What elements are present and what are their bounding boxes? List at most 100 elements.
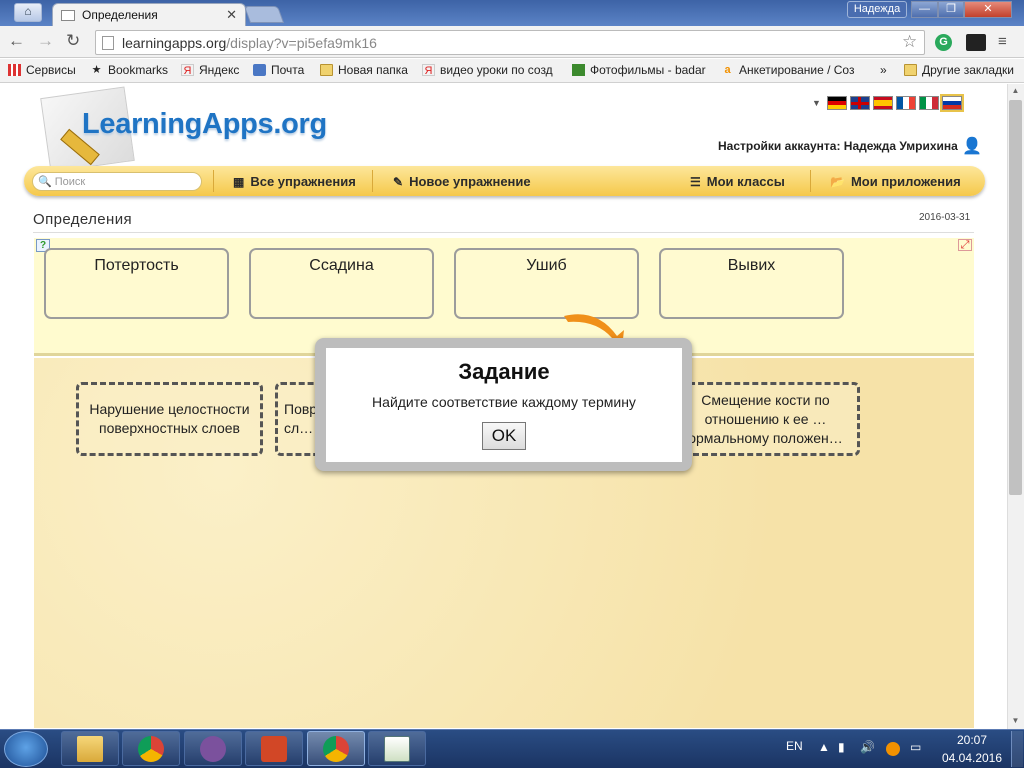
chrome-taskbar-button[interactable]	[122, 731, 180, 766]
reload-button[interactable]: ↻	[66, 31, 80, 51]
flag-de-icon[interactable]	[826, 96, 847, 110]
menu-divider	[213, 170, 214, 192]
folder-icon	[904, 64, 917, 76]
other-bookmarks[interactable]: Другие закладки	[904, 63, 1014, 77]
address-bar[interactable]: learningapps.org/display?v=pi5efa9mk16	[95, 30, 925, 55]
new-tab-button[interactable]	[243, 6, 285, 23]
extension-icon[interactable]	[966, 34, 986, 51]
viber-icon	[200, 735, 226, 762]
bookmark-label: Новая папка	[338, 63, 408, 77]
page-icon	[102, 35, 114, 50]
photo-icon	[572, 64, 585, 76]
menu-label: Новое упражнение	[409, 174, 531, 189]
ok-button[interactable]: OK	[482, 422, 526, 450]
term-card[interactable]: Вывих	[659, 248, 844, 319]
flag-en-icon[interactable]	[849, 96, 870, 110]
language-selector[interactable]: ▼	[812, 94, 964, 112]
browser-tab[interactable]: Определения ✕	[52, 3, 246, 26]
flag-ru-icon[interactable]	[939, 94, 964, 112]
tab-close-icon[interactable]: ✕	[226, 7, 237, 23]
bookmark-video-lessons[interactable]: Явидео уроки по созд	[422, 63, 553, 77]
page-title: Определения	[33, 211, 133, 228]
bookmark-new-folder[interactable]: Новая папка	[320, 63, 408, 77]
yandex-icon: Я	[181, 64, 194, 77]
flag-fr-icon[interactable]	[895, 96, 916, 110]
bookmark-label: видео уроки по созд	[440, 63, 553, 77]
scroll-up-icon[interactable]: ▲	[1007, 86, 1024, 95]
definition-slot[interactable]: Смещение кости по отношению к ее …ормаль…	[680, 382, 860, 456]
search-input[interactable]: 🔍 Поиск	[32, 172, 202, 191]
term-card[interactable]: Потертость	[44, 248, 229, 319]
bookmarks-overflow-button[interactable]: »	[880, 63, 887, 77]
exercise-date: 2016-03-31	[919, 212, 971, 223]
bookmark-yandex[interactable]: Я Яндекс	[181, 63, 239, 77]
bookmark-label: Почта	[271, 63, 305, 77]
close-window-button[interactable]: ✕	[964, 1, 1012, 18]
maximize-button[interactable]: ❐	[938, 1, 964, 18]
menu-label: Мои классы	[706, 174, 785, 189]
new-exercise-link[interactable]: ✎ Новое упражнение	[393, 174, 531, 189]
grammarly-extension-icon[interactable]: G	[935, 34, 952, 51]
yandex-icon: Я	[422, 64, 435, 77]
my-classes-link[interactable]: ☰ Мои классы	[690, 174, 785, 189]
start-button[interactable]	[4, 731, 48, 767]
volume-icon[interactable]: 🔊	[860, 740, 875, 754]
bookmark-services[interactable]: Сервисы	[8, 63, 76, 77]
network-icon[interactable]: ▮	[838, 740, 845, 754]
profile-button[interactable]: Надежда	[847, 1, 907, 18]
site-logo[interactable]: LearningApps.org	[82, 108, 327, 141]
powerpoint-taskbar-button[interactable]	[245, 731, 303, 766]
input-language[interactable]: EN	[786, 739, 803, 753]
flag-es-icon[interactable]	[872, 96, 893, 110]
account-settings-link[interactable]: Настройки аккаунта: Надежда Умрихина	[718, 139, 958, 153]
my-apps-link[interactable]: 📂 Мои приложения	[830, 174, 961, 189]
window-menu-icon[interactable]: ⌂	[14, 3, 42, 22]
term-card[interactable]: Ссадина	[249, 248, 434, 319]
menu-divider	[372, 170, 373, 192]
definition-slot[interactable]: Нарушение целостности поверхностных слое…	[76, 382, 263, 456]
flag-it-icon[interactable]	[918, 96, 939, 110]
dialog-title: Задание	[458, 359, 550, 384]
grid-icon: ▦	[233, 174, 245, 189]
list-icon: ☰	[690, 174, 701, 189]
menu-label: Все упражнения	[250, 174, 356, 189]
bookmark-label: Сервисы	[26, 63, 76, 77]
chrome-icon	[138, 735, 164, 762]
bookmark-photofilms[interactable]: Фотофильмы - badar	[572, 63, 706, 77]
all-exercises-link[interactable]: ▦ Все упражнения	[233, 174, 356, 189]
avast-icon[interactable]	[886, 742, 900, 756]
bookmark-mail[interactable]: Почта	[253, 63, 304, 77]
bookmark-label: Bookmarks	[108, 63, 169, 77]
chrome-active-taskbar-button[interactable]	[307, 731, 365, 766]
scroll-down-icon[interactable]: ▼	[1007, 716, 1024, 725]
clock-date[interactable]: 04.04.2016	[940, 751, 1004, 765]
document-taskbar-button[interactable]	[368, 731, 426, 766]
notification-icon[interactable]: ▭	[910, 740, 921, 754]
definition-text: Смещение кости по отношению к ее …ормаль…	[688, 391, 843, 446]
document-icon	[384, 735, 410, 762]
explorer-taskbar-button[interactable]	[61, 731, 119, 766]
bookmark-bookmarks[interactable]: ★ Bookmarks	[90, 63, 168, 77]
viber-taskbar-button[interactable]	[184, 731, 242, 766]
chevron-down-icon[interactable]: ▼	[812, 98, 821, 108]
powerpoint-icon	[261, 735, 287, 762]
user-icon[interactable]: 👤	[962, 136, 982, 156]
folder-icon	[320, 64, 333, 76]
bookmark-survey[interactable]: a Анкетирование / Соз	[721, 63, 854, 77]
show-desktop-button[interactable]	[1011, 731, 1023, 767]
folder-icon	[77, 735, 103, 762]
scrollbar-thumb[interactable]	[1009, 100, 1022, 495]
forward-button[interactable]: →	[37, 31, 54, 51]
clock-time[interactable]: 20:07	[944, 733, 1000, 747]
star-icon: ★	[91, 64, 102, 76]
minimize-button[interactable]: —	[911, 1, 938, 18]
back-button[interactable]: ←	[8, 31, 25, 51]
url-path: /display?v=pi5efa9mk16	[226, 34, 377, 51]
fullscreen-icon[interactable]: ⤢	[958, 239, 972, 251]
menu-divider	[810, 170, 811, 192]
browser-menu-icon[interactable]: ≡	[998, 33, 1007, 50]
bookmark-star-icon[interactable]: ☆	[902, 32, 917, 52]
bookmark-label: Фотофильмы - badar	[590, 63, 706, 77]
tab-title: Определения	[82, 8, 158, 22]
tray-expand-icon[interactable]: ▲	[818, 740, 830, 754]
